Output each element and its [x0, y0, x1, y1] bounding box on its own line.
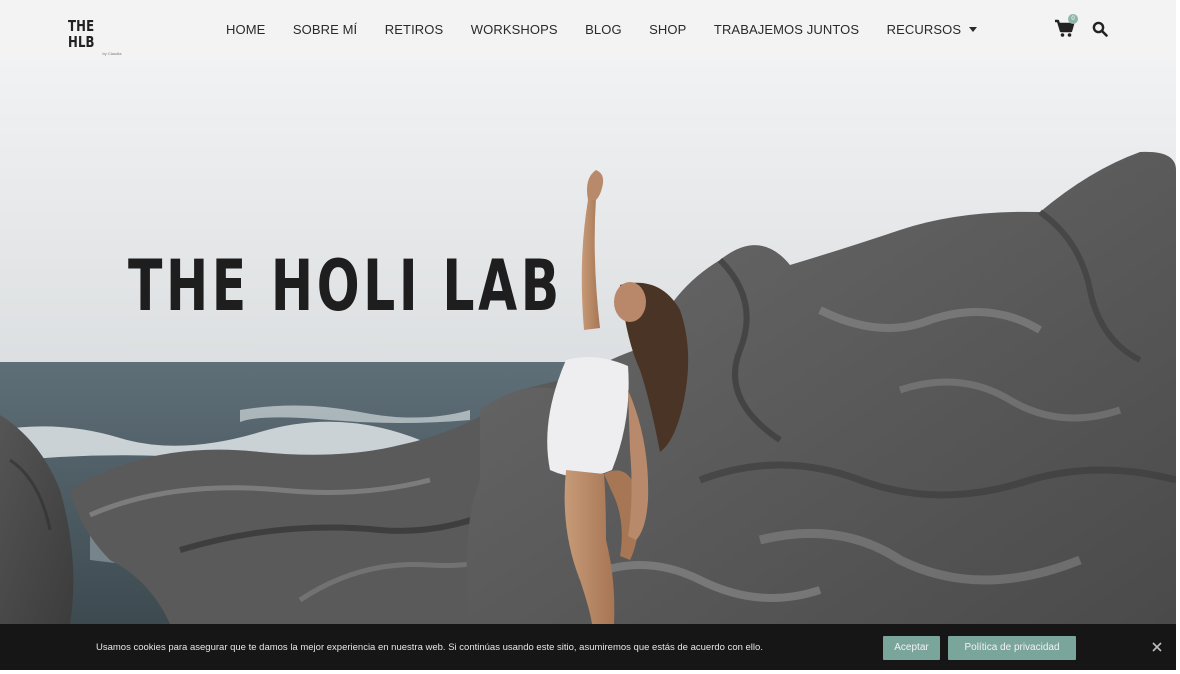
nav-item-recursos-label: RECURSOS — [886, 22, 962, 37]
hero-section: THE HOLI LAB — [0, 60, 1176, 624]
nav-item-retiros[interactable]: RETIROS — [385, 22, 443, 37]
nav-item-shop[interactable]: SHOP — [649, 22, 686, 37]
chevron-down-icon — [969, 27, 978, 32]
logo-text: THE HLB — [68, 17, 95, 51]
page-edge — [1176, 0, 1180, 674]
nav-item-trabajemos-juntos[interactable]: TRABAJEMOS JUNTOS — [714, 22, 859, 37]
search-icon — [1092, 21, 1108, 37]
shopping-cart-button[interactable]: 0 — [1054, 14, 1078, 41]
cookie-bar: Usamos cookies para asegurar que te damo… — [0, 624, 1176, 670]
site-header: THE HLB by Claudia HOME SOBRE MÍ RETIROS… — [0, 0, 1180, 60]
search-button[interactable] — [1092, 21, 1110, 39]
close-icon[interactable] — [1150, 640, 1164, 654]
nav-item-workshops[interactable]: WORKSHOPS — [471, 22, 558, 37]
privacy-policy-button[interactable]: Política de privacidad — [948, 636, 1076, 660]
nav-item-sobre-mi[interactable]: SOBRE MÍ — [293, 22, 357, 37]
hero-title: THE HOLI LAB — [128, 245, 563, 327]
nav-item-blog[interactable]: BLOG — [585, 22, 622, 37]
nav-item-recursos[interactable]: RECURSOS — [886, 22, 978, 37]
nav-item-home[interactable]: HOME — [226, 22, 265, 37]
logo-subtext: by Claudia — [102, 51, 122, 56]
accept-cookies-button[interactable]: Aceptar — [883, 636, 940, 660]
hero-image — [0, 60, 1176, 624]
cookie-message: Usamos cookies para asegurar que te damo… — [96, 642, 763, 653]
site-logo[interactable]: THE HLB by Claudia — [68, 18, 138, 56]
cart-count-badge: 0 — [1068, 14, 1078, 24]
main-nav: HOME SOBRE MÍ RETIROS WORKSHOPS BLOG SHO… — [226, 22, 978, 37]
